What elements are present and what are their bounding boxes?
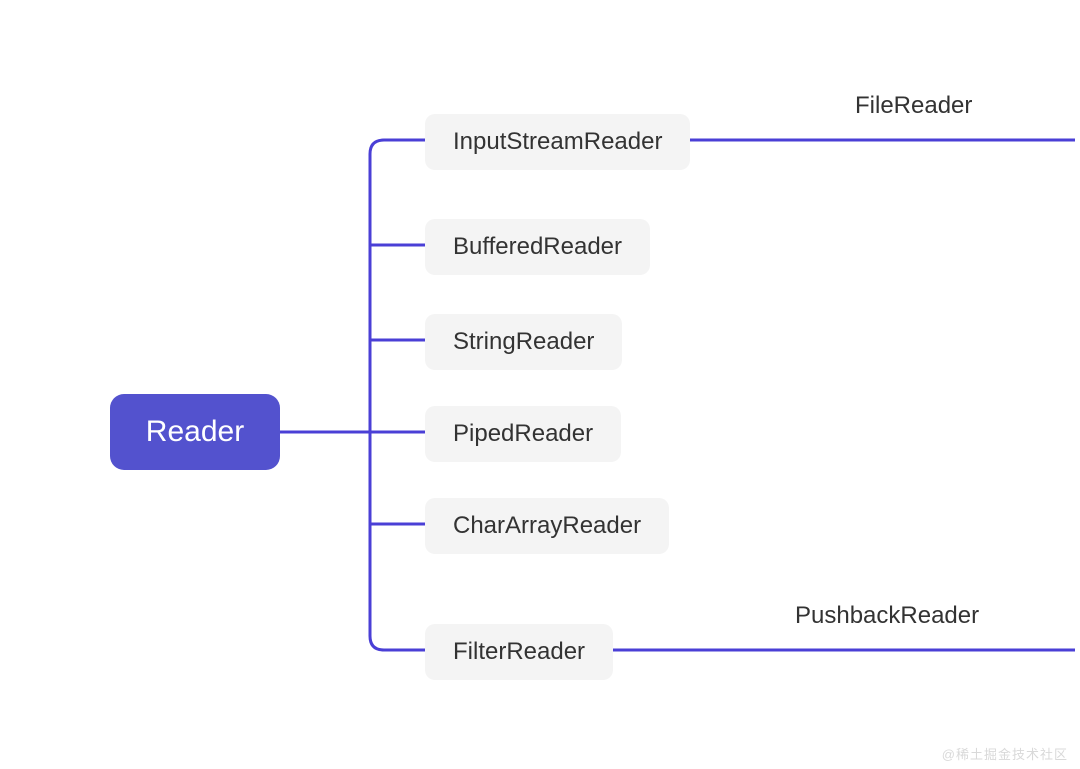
child-node-pipedreader: PipedReader xyxy=(425,406,621,462)
leaf-label-pushbackreader: PushbackReader xyxy=(795,602,979,630)
child-label: InputStreamReader xyxy=(453,128,662,155)
child-node-filterreader: FilterReader xyxy=(425,624,613,680)
child-node-bufferedreader: BufferedReader xyxy=(425,219,650,275)
child-label: BufferedReader xyxy=(453,233,622,260)
root-node-reader: Reader xyxy=(110,394,280,470)
child-label: CharArrayReader xyxy=(453,512,641,539)
child-label: StringReader xyxy=(453,328,594,355)
child-node-chararrayreader: CharArrayReader xyxy=(425,498,669,554)
child-label: PipedReader xyxy=(453,420,593,447)
root-label: Reader xyxy=(146,415,244,449)
watermark-text: @稀土掘金技术社区 xyxy=(942,744,1068,763)
child-node-stringreader: StringReader xyxy=(425,314,622,370)
leaf-label-filereader: FileReader xyxy=(855,92,972,120)
child-label: FilterReader xyxy=(453,638,585,665)
child-node-inputstreamreader: InputStreamReader xyxy=(425,114,690,170)
